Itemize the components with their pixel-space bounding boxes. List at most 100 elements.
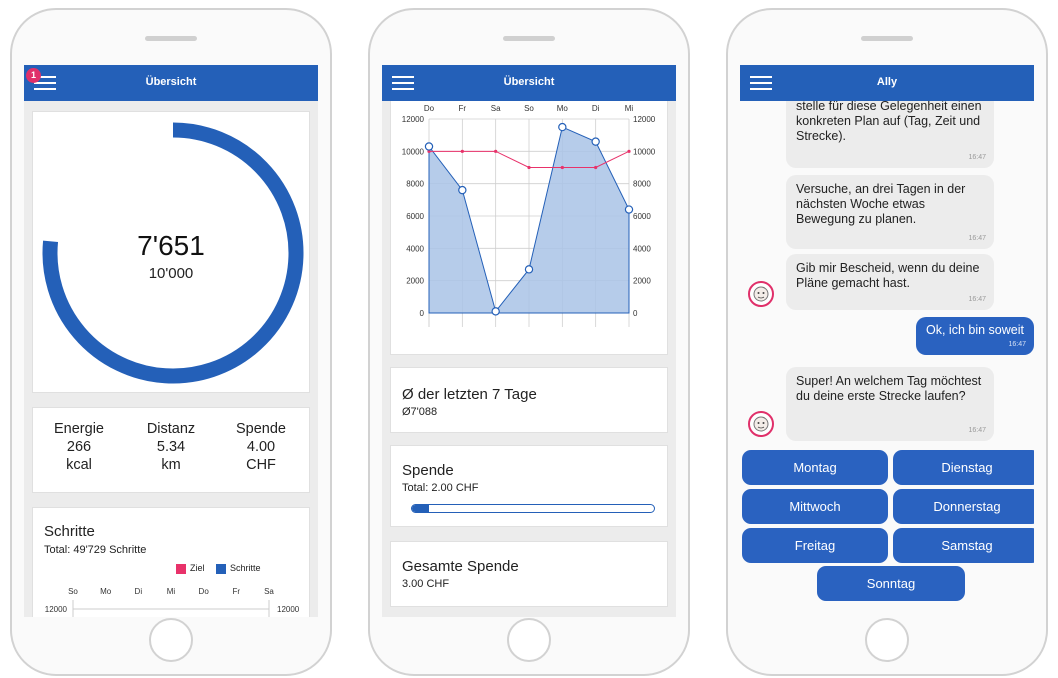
day-tick-label: Mi xyxy=(167,587,176,596)
app-bar: Ally xyxy=(740,65,1034,101)
screen-overview: 1 Übersicht 7'651 10'000 Energie 266 kca… xyxy=(24,65,318,617)
goal-point xyxy=(594,165,598,170)
average-title: Ø der letzten 7 Tage xyxy=(402,386,537,403)
steps-card: Schritte Total: 49'729 Schritte Ziel Sch… xyxy=(32,507,310,617)
ring-card: 7'651 10'000 xyxy=(32,111,310,393)
bot-avatar xyxy=(748,411,774,437)
face-icon xyxy=(753,286,769,302)
chat-message-bot: Gib mir Bescheid, wenn du deine Pläne ge… xyxy=(786,254,994,310)
y-tick-label: 6000 xyxy=(406,212,424,221)
app-bar: Übersicht xyxy=(382,65,676,101)
day-button-dienstag[interactable]: Dienstag xyxy=(893,450,1034,485)
steps-point xyxy=(558,122,567,132)
steps-mini-chart: So Mo Di Mi Do Fr Sa12000 12000 xyxy=(45,587,300,617)
day-button-donnerstag[interactable]: Donnerstag xyxy=(893,489,1034,524)
chat-message-user: Ok, ich bin soweit 16:47 xyxy=(916,317,1034,355)
y-tick-label: 10000 xyxy=(633,147,656,156)
app-bar: 1 Übersicht xyxy=(24,65,318,101)
face-icon xyxy=(753,416,769,432)
donation-total: Total: 2.00 CHF xyxy=(402,482,479,494)
home-button[interactable] xyxy=(865,618,909,662)
y-tick-label: 4000 xyxy=(633,244,651,253)
bot-avatar xyxy=(748,281,774,307)
chat-message-bot: Versuche, an drei Tagen in der nächsten … xyxy=(786,175,994,249)
home-button[interactable] xyxy=(149,618,193,662)
steps-point xyxy=(491,307,500,316)
speaker xyxy=(861,36,913,41)
y-tick-label: 8000 xyxy=(633,180,651,189)
day-tick-label: Do xyxy=(199,587,210,596)
average-value: Ø7'088 xyxy=(402,406,438,418)
average-card: Ø der letzten 7 Tage Ø7'088 xyxy=(390,367,668,433)
chat-title: Ally xyxy=(876,76,898,88)
day-button-freitag[interactable]: Freitag xyxy=(742,528,888,563)
message-time: 16:47 xyxy=(968,235,986,242)
screen-chat: Ally stelle für diese Gelegenheit einen … xyxy=(740,65,1034,617)
stat-label: Spende xyxy=(236,421,286,437)
stat-value: 4.00 xyxy=(246,439,276,455)
page-title: Übersicht xyxy=(503,76,555,88)
stat-value: 5.34 xyxy=(156,439,186,455)
y-tick-label: 0 xyxy=(420,309,425,318)
steps-card-title: Schritte xyxy=(44,523,95,540)
message-text: Super! An welchem Tag möchtest du deine … xyxy=(796,374,982,403)
phone-chat: Ally stelle für diese Gelegenheit einen … xyxy=(726,8,1048,676)
goal-point xyxy=(494,149,498,153)
legend-goal-label: Ziel xyxy=(190,563,205,573)
legend-steps-swatch xyxy=(216,564,226,574)
message-text: Gib mir Bescheid, wenn du deine Pläne ge… xyxy=(796,261,980,290)
y-tick-label: 12000 xyxy=(45,605,68,614)
steps-area-chart: Do Fr Sa So Mo Di Mi 0 0 2000 2000 4000 4000 6000 6000… xyxy=(402,104,656,327)
day-button-sonntag[interactable]: Sonntag xyxy=(817,566,965,601)
goal-point xyxy=(560,165,564,170)
steps-point xyxy=(424,142,434,151)
x-tick-label: So xyxy=(524,104,534,113)
day-tick-label: Sa xyxy=(264,587,274,596)
day-tick-label: Fr xyxy=(233,587,241,596)
message-text: Ok, ich bin soweit xyxy=(926,323,1024,337)
day-tick-label: Di xyxy=(135,587,143,596)
day-tick-label: Mo xyxy=(100,587,112,596)
home-button[interactable] xyxy=(507,618,551,662)
y-tick-label: 2000 xyxy=(406,277,424,286)
x-tick-label: Mi xyxy=(625,104,634,113)
message-time: 16:47 xyxy=(968,427,986,434)
x-tick-label: Di xyxy=(592,104,600,113)
day-tick-label: So xyxy=(68,587,78,596)
stat-energy: Energie 266 kcal xyxy=(39,420,119,474)
phone-overview: 1 Übersicht 7'651 10'000 Energie 266 kca… xyxy=(10,8,332,676)
y-tick-label: 4000 xyxy=(406,244,424,253)
chat-message-bot: stelle für diese Gelegenheit einen konkr… xyxy=(786,92,994,168)
day-button-mittwoch[interactable]: Mittwoch xyxy=(742,489,888,524)
y-tick-label: 10000 xyxy=(402,147,425,156)
message-text: stelle für diese Gelegenheit einen konkr… xyxy=(796,99,982,143)
message-time: 16:47 xyxy=(968,296,986,303)
steps-point xyxy=(624,205,634,214)
message-time: 16:47 xyxy=(1008,341,1026,348)
chat-message-bot: Super! An welchem Tag möchtest du deine … xyxy=(786,367,994,441)
stat-label: Distanz xyxy=(146,421,196,437)
steps-point xyxy=(591,137,600,146)
phone-chart: Übersicht Do Fr Sa So Mo Di Mi 0 0 2000 2000 4000 40… xyxy=(368,8,690,676)
screen-chart: Übersicht Do Fr Sa So Mo Di Mi 0 0 2000 2000 4000 40… xyxy=(382,65,676,617)
y-tick-label: 0 xyxy=(633,309,638,318)
stats-card: Energie 266 kcal Distanz 5.34 km Spende … xyxy=(32,407,310,493)
goal-point xyxy=(460,149,464,153)
day-button-montag[interactable]: Montag xyxy=(742,450,888,485)
stat-label: Energie xyxy=(54,421,104,437)
stat-distance: Distanz 5.34 km xyxy=(131,420,211,474)
stat-unit: km xyxy=(161,457,181,473)
steps-point xyxy=(458,185,467,195)
message-text: Versuche, an drei Tagen in der nächsten … xyxy=(796,182,966,226)
message-time: 16:47 xyxy=(968,154,986,161)
x-tick-label: Mo xyxy=(557,104,569,113)
donation-card: Spende Total: 2.00 CHF xyxy=(390,445,668,527)
day-button-samstag[interactable]: Samstag xyxy=(893,528,1034,563)
donation-progress-bar xyxy=(411,504,655,513)
steps-card-total: Total: 49'729 Schritte xyxy=(44,544,147,556)
y-tick-label: 6000 xyxy=(633,212,651,221)
steps-count: 7'651 xyxy=(137,230,205,261)
speaker xyxy=(503,36,555,41)
stat-donation: Spende 4.00 CHF xyxy=(221,420,301,474)
total-donation-value: 3.00 CHF xyxy=(402,578,450,590)
